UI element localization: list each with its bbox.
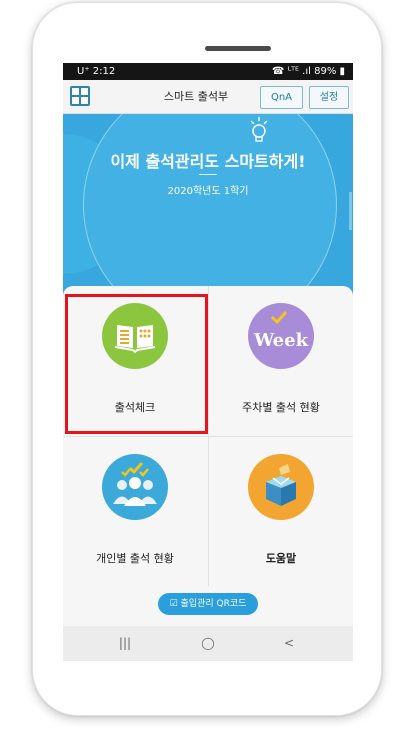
menu-individual-status[interactable]: 개인별 출석 현황 xyxy=(63,437,207,587)
system-nav-bar: ||| ◯ < xyxy=(63,626,353,661)
home-icon[interactable]: ◯ xyxy=(188,626,228,661)
menu-grid: 출석체크 Week 주차별 출석 현황 개인별 출석 현황 도움말 xyxy=(63,286,353,586)
banner-circle xyxy=(83,114,337,296)
qr-code-button[interactable]: ☑ 출입관리 QR코드 xyxy=(158,593,258,615)
status-bar: U⁺ 2:12 ☎ ᴸᵀᴱ .ıl 89% ▮ xyxy=(63,63,353,80)
menu-label: 도움말 xyxy=(265,552,297,565)
menu-label: 개인별 출석 현황 xyxy=(96,552,174,565)
people-check-icon xyxy=(102,454,168,520)
semester-label: 2020학년도 1학기 xyxy=(167,186,249,197)
back-icon[interactable]: < xyxy=(269,626,309,661)
qr-check-icon: ☑ xyxy=(169,599,181,609)
banner-headline: 이제 출석관리도 스마트하게! xyxy=(110,152,306,171)
qr-area: ☑ 출입관리 QR코드 xyxy=(63,586,353,626)
app-bar: 스마트 출석부 QnA 설정 xyxy=(63,80,353,114)
app-screen: U⁺ 2:12 ☎ ᴸᵀᴱ .ıl 89% ▮ 스마트 출석부 QnA 설정 이… xyxy=(63,63,353,661)
menu-help[interactable]: 도움말 xyxy=(209,437,353,587)
lightbulb-icon xyxy=(250,117,268,142)
banner: 이제 출석관리도 스마트하게! 2020학년도 1학기 xyxy=(63,114,353,296)
week-icon-text: Week xyxy=(253,330,309,351)
phone-speaker xyxy=(205,46,271,51)
qr-button-label: 출입관리 QR코드 xyxy=(180,599,247,609)
qna-button[interactable]: QnA xyxy=(260,86,303,109)
recent-apps-icon[interactable]: ||| xyxy=(105,626,145,661)
settings-button[interactable]: 설정 xyxy=(309,86,349,109)
status-icons: ☎ ᴸᵀᴱ .ıl 89% ▮ xyxy=(272,66,345,77)
banner-divider xyxy=(199,174,217,175)
app-title: 스마트 출석부 xyxy=(163,90,229,103)
menu-label: 주차별 출석 현황 xyxy=(242,401,320,414)
highlight-box xyxy=(65,294,208,434)
help-box-icon xyxy=(248,454,314,520)
week-icon: Week xyxy=(248,303,314,369)
status-time: U⁺ 2:12 xyxy=(77,66,116,77)
grid-menu-icon[interactable] xyxy=(70,86,90,106)
scrollbar[interactable] xyxy=(349,192,352,230)
menu-weekly-status[interactable]: Week 주차별 출석 현황 xyxy=(209,286,353,436)
